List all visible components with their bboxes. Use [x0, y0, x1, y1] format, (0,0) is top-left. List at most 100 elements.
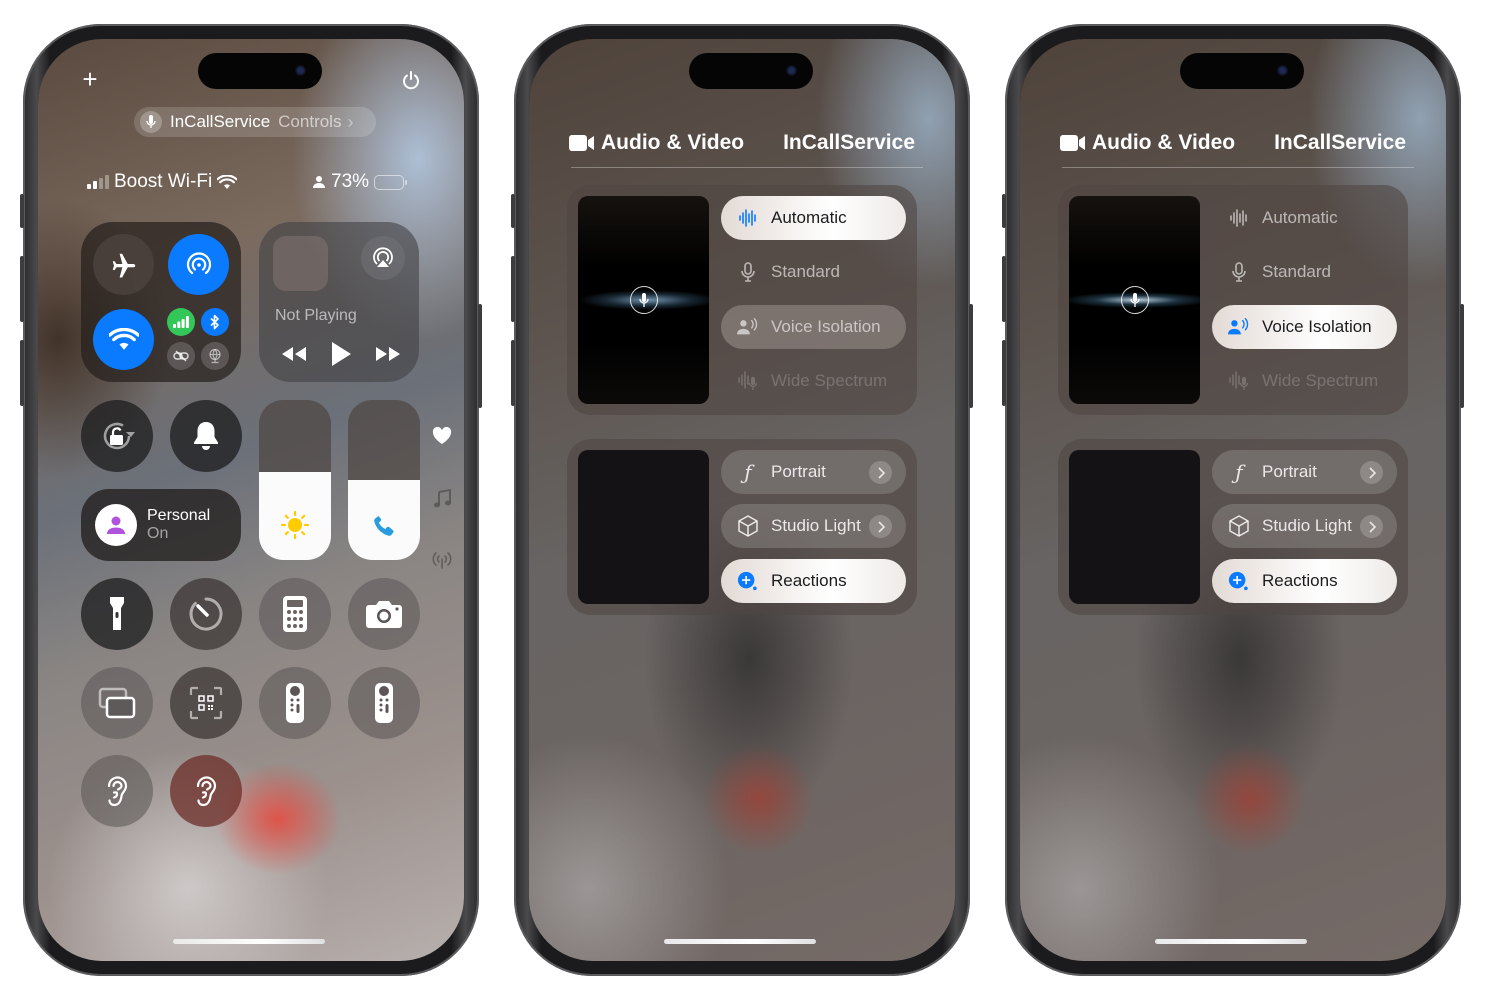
timer-button[interactable]: [170, 578, 242, 650]
personal-hotspot-toggle[interactable]: [167, 342, 195, 370]
playback-controls: [281, 341, 401, 372]
calculator-icon: [283, 596, 307, 632]
camera-button[interactable]: [348, 578, 420, 650]
mic-mode-voice-isolation[interactable]: Voice Isolation: [1212, 305, 1397, 349]
tv-remote-icon: [375, 683, 393, 723]
mic-mode-voice-isolation[interactable]: Voice Isolation: [721, 305, 906, 349]
home-indicator[interactable]: [664, 939, 816, 944]
dynamic-island: [1180, 53, 1304, 89]
rewind-button[interactable]: [281, 346, 307, 367]
bluetooth-toggle[interactable]: [201, 308, 229, 336]
silent-mode-toggle[interactable]: [170, 400, 242, 472]
hearing-button[interactable]: [81, 755, 153, 827]
chevron-right-icon: ›: [347, 111, 354, 132]
add-control-button[interactable]: +: [78, 66, 102, 92]
power-button[interactable]: [400, 69, 422, 91]
page-indicator-music[interactable]: [430, 489, 454, 509]
code-scanner-button[interactable]: [170, 667, 242, 739]
effect-studio-light[interactable]: Studio Light: [721, 504, 906, 548]
volume-down-button: [20, 340, 24, 406]
battery-icon: [374, 174, 408, 190]
live-listen-button[interactable]: [170, 755, 242, 827]
apple-tv-remote-button-2[interactable]: [348, 667, 420, 739]
home-indicator[interactable]: [1155, 939, 1307, 944]
mic-mode-label: Automatic: [1262, 208, 1338, 227]
effect-studio-light[interactable]: Studio Light: [1212, 504, 1397, 548]
effect-portrait[interactable]: ƒ Portrait: [721, 450, 906, 494]
video-camera-icon: [569, 135, 594, 151]
focus-name: Personal: [147, 507, 211, 524]
bell-icon: [194, 422, 218, 450]
mic-mode-automatic[interactable]: Automatic: [1212, 196, 1397, 240]
pill-app-name: InCallService: [170, 112, 271, 131]
volume-slider[interactable]: [348, 400, 420, 560]
wifi-toggle[interactable]: [93, 309, 154, 370]
focus-toggle[interactable]: Personal On: [81, 489, 241, 561]
video-preview: [578, 450, 709, 604]
dynamic-island: [198, 53, 322, 89]
wide-spectrum-icon: [737, 371, 759, 391]
page-indicator-favorites[interactable]: [430, 427, 454, 445]
bluetooth-icon: [210, 314, 219, 330]
fast-forward-icon: [376, 347, 400, 361]
mic-mode-panel: Automatic Standard Voice Isolation Wide …: [567, 185, 917, 415]
page-indicator-connectivity[interactable]: [430, 551, 454, 569]
screen-mirroring-button[interactable]: [81, 667, 153, 739]
airdrop-toggle[interactable]: [168, 234, 229, 295]
effect-label: Portrait: [1262, 462, 1317, 481]
airplay-button[interactable]: [361, 236, 405, 280]
cube-icon: [1228, 515, 1250, 537]
volume-up-button: [1002, 256, 1006, 322]
mic-mode-preview: [578, 196, 709, 404]
apple-tv-remote-button[interactable]: [259, 667, 331, 739]
airdrop-icon: [186, 251, 211, 274]
incall-controls-pill[interactable]: InCallService Controls ›: [134, 107, 376, 137]
qr-code-icon: [189, 686, 223, 720]
mic-mode-wide-spectrum[interactable]: Wide Spectrum: [1212, 359, 1397, 403]
wifi-icon: [108, 327, 139, 350]
brightness-slider[interactable]: [259, 400, 331, 560]
screen: + InCallService Controls › Boost Wi-Fi 7…: [38, 39, 464, 961]
connectivity-module[interactable]: [81, 222, 241, 382]
mic-mode-standard[interactable]: Standard: [721, 250, 906, 294]
airplay-audio-icon: [373, 247, 393, 267]
header-divider: [1062, 167, 1414, 168]
video-preview: [1069, 450, 1200, 604]
mic-mode-label: Standard: [1262, 262, 1331, 281]
mic-mode-automatic[interactable]: Automatic: [721, 196, 906, 240]
header-app-name: InCallService: [783, 131, 915, 154]
phone-audio-video-voice-isolation: Audio & Video InCallService Automatic St…: [1002, 24, 1464, 976]
chevron-right-icon[interactable]: [869, 461, 892, 484]
mic-mode-label: Voice Isolation: [1262, 317, 1372, 336]
mic-mode-label: Wide Spectrum: [1262, 371, 1379, 390]
effect-label: Studio Light: [1262, 516, 1352, 535]
effect-reactions[interactable]: Reactions: [1212, 559, 1397, 603]
chevron-right-icon[interactable]: [1360, 461, 1383, 484]
reactions-icon: [1228, 570, 1250, 592]
rewind-icon: [282, 347, 306, 361]
effect-reactions[interactable]: Reactions: [721, 559, 906, 603]
calculator-button[interactable]: [259, 578, 331, 650]
flashlight-button[interactable]: [81, 578, 153, 650]
volume-up-button: [511, 256, 515, 322]
now-playing-module[interactable]: Not Playing: [259, 222, 419, 382]
cellular-toggle[interactable]: [167, 308, 195, 336]
mic-mode-standard[interactable]: Standard: [1212, 250, 1397, 294]
fast-forward-button[interactable]: [375, 346, 401, 367]
vpn-toggle[interactable]: [201, 342, 229, 370]
chevron-right-icon[interactable]: [869, 515, 892, 538]
play-button[interactable]: [330, 341, 352, 372]
airplane-mode-toggle[interactable]: [93, 234, 154, 295]
action-button: [20, 194, 24, 228]
effect-portrait[interactable]: ƒ Portrait: [1212, 450, 1397, 494]
camera-icon: [366, 601, 402, 628]
mic-mode-wide-spectrum[interactable]: Wide Spectrum: [721, 359, 906, 403]
orientation-lock-toggle[interactable]: [81, 400, 153, 472]
mic-mode-preview: [1069, 196, 1200, 404]
album-art-placeholder: [273, 236, 328, 291]
microphone-icon: [1121, 286, 1149, 314]
home-indicator[interactable]: [173, 939, 325, 944]
header-title: Audio & Video: [601, 131, 745, 154]
chevron-right-icon[interactable]: [1360, 515, 1383, 538]
video-effects-panel: ƒ Portrait Studio Light Reactions: [1058, 439, 1408, 615]
